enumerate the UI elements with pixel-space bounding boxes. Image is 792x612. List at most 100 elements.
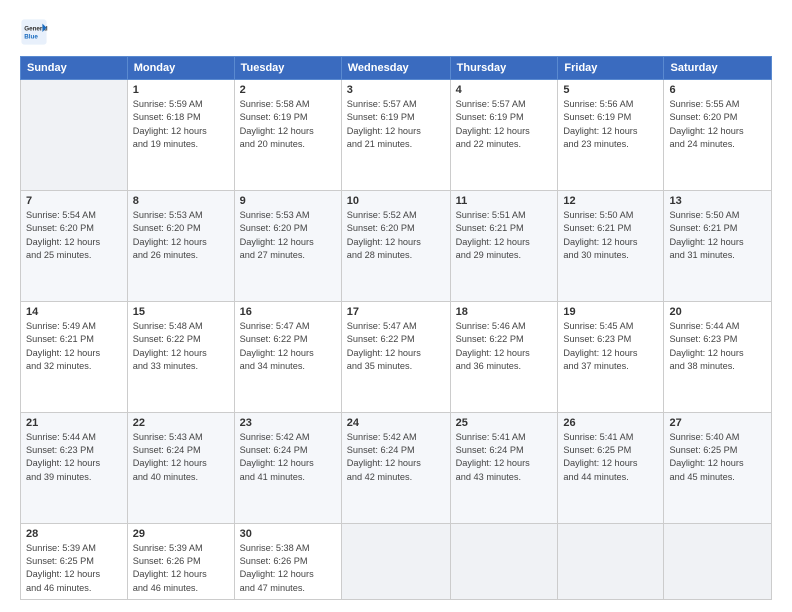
- day-number: 10: [347, 195, 445, 207]
- calendar-cell: 3Sunrise: 5:57 AM Sunset: 6:19 PM Daylig…: [341, 80, 450, 191]
- day-info: Sunrise: 5:58 AM Sunset: 6:19 PM Dayligh…: [240, 98, 336, 151]
- day-info: Sunrise: 5:57 AM Sunset: 6:19 PM Dayligh…: [456, 98, 553, 151]
- header-thursday: Thursday: [450, 57, 558, 80]
- calendar-cell: 24 Sunrise: 5:42 AM Sunset: 6:24 PM Dayli…: [341, 412, 450, 523]
- calendar-cell: 4 Sunrise: 5:57 AM Sunset: 6:19 PM Daylig…: [450, 80, 558, 191]
- day-number: 26: [563, 417, 658, 429]
- header-saturday: Saturday: [664, 57, 772, 80]
- header-wednesday: Wednesday: [341, 57, 450, 80]
- day-number: 30: [240, 528, 336, 540]
- header-sunday: Sunday: [21, 57, 128, 80]
- day-info: Sunrise: 5:53 AM Sunset: 6:20 PM Dayligh…: [133, 209, 229, 262]
- day-number: 18: [456, 306, 553, 318]
- day-number: 17: [347, 306, 445, 318]
- day-number: 28: [26, 528, 122, 540]
- calendar-cell: 14Sunrise: 5:49 AM Sunset: 6:21 PM Dayli…: [21, 301, 128, 412]
- calendar-cell: [341, 523, 450, 599]
- day-number: 13: [669, 195, 766, 207]
- day-info: Sunrise: 5:40 AM Sunset: 6:25 PM Dayligh…: [669, 431, 766, 484]
- day-number: 29: [133, 528, 229, 540]
- calendar-cell: 21 Sunrise: 5:44 AM Sunset: 6:23 PM Dayli…: [21, 412, 128, 523]
- day-info: Sunrise: 5:41 AM Sunset: 6:25 PM Dayligh…: [563, 431, 658, 484]
- calendar-cell: 19 Sunrise: 5:45 AM Sunset: 6:23 PM Dayli…: [558, 301, 664, 412]
- week-row-1: 1 Sunrise: 5:59 AM Sunset: 6:18 PM Daylig…: [21, 80, 772, 191]
- calendar-cell: 1 Sunrise: 5:59 AM Sunset: 6:18 PM Daylig…: [127, 80, 234, 191]
- calendar-cell: 10 Sunrise: 5:52 AM Sunset: 6:20 PM Dayli…: [341, 190, 450, 301]
- calendar-cell: 15Sunrise: 5:48 AM Sunset: 6:22 PM Dayli…: [127, 301, 234, 412]
- day-info: Sunrise: 5:42 AM Sunset: 6:24 PM Dayligh…: [240, 431, 336, 484]
- week-row-4: 21 Sunrise: 5:44 AM Sunset: 6:23 PM Dayli…: [21, 412, 772, 523]
- day-info: Sunrise: 5:54 AM Sunset: 6:20 PM Dayligh…: [26, 209, 122, 262]
- day-number: 21: [26, 417, 122, 429]
- calendar-cell: 9 Sunrise: 5:53 AM Sunset: 6:20 PM Daylig…: [234, 190, 341, 301]
- day-number: 25: [456, 417, 553, 429]
- header-friday: Friday: [558, 57, 664, 80]
- day-number: 2: [240, 84, 336, 96]
- day-number: 6: [669, 84, 766, 96]
- day-info: Sunrise: 5:48 AM Sunset: 6:22 PM Dayligh…: [133, 320, 229, 373]
- day-number: 22: [133, 417, 229, 429]
- day-info: Sunrise: 5:49 AM Sunset: 6:21 PM Dayligh…: [26, 320, 122, 373]
- day-number: 4: [456, 84, 553, 96]
- day-info: Sunrise: 5:55 AM Sunset: 6:20 PM Dayligh…: [669, 98, 766, 151]
- calendar-cell: 18Sunrise: 5:46 AM Sunset: 6:22 PM Dayli…: [450, 301, 558, 412]
- header-tuesday: Tuesday: [234, 57, 341, 80]
- page: General Blue SundayMondayTuesdayWednesda…: [0, 0, 792, 612]
- calendar-cell: 6 Sunrise: 5:55 AM Sunset: 6:20 PM Daylig…: [664, 80, 772, 191]
- calendar-cell: 27 Sunrise: 5:40 AM Sunset: 6:25 PM Dayli…: [664, 412, 772, 523]
- day-info: Sunrise: 5:50 AM Sunset: 6:21 PM Dayligh…: [563, 209, 658, 262]
- day-number: 27: [669, 417, 766, 429]
- day-info: Sunrise: 5:43 AM Sunset: 6:24 PM Dayligh…: [133, 431, 229, 484]
- svg-text:Blue: Blue: [24, 33, 38, 40]
- calendar-cell: [664, 523, 772, 599]
- day-number: 11: [456, 195, 553, 207]
- calendar-cell: 12 Sunrise: 5:50 AM Sunset: 6:21 PM Dayli…: [558, 190, 664, 301]
- header: General Blue: [20, 18, 772, 46]
- calendar-cell: [21, 80, 128, 191]
- day-info: Sunrise: 5:47 AM Sunset: 6:22 PM Dayligh…: [240, 320, 336, 373]
- day-number: 8: [133, 195, 229, 207]
- day-info: Sunrise: 5:42 AM Sunset: 6:24 PM Dayligh…: [347, 431, 445, 484]
- calendar-cell: 17 Sunrise: 5:47 AM Sunset: 6:22 PM Dayli…: [341, 301, 450, 412]
- calendar-cell: 29 Sunrise: 5:39 AM Sunset: 6:26 PM Dayli…: [127, 523, 234, 599]
- calendar-cell: 26 Sunrise: 5:41 AM Sunset: 6:25 PM Dayli…: [558, 412, 664, 523]
- day-info: Sunrise: 5:41 AM Sunset: 6:24 PM Dayligh…: [456, 431, 553, 484]
- day-info: Sunrise: 5:39 AM Sunset: 6:26 PM Dayligh…: [133, 542, 229, 595]
- day-info: Sunrise: 5:38 AM Sunset: 6:26 PM Dayligh…: [240, 542, 336, 595]
- calendar-cell: 7 Sunrise: 5:54 AM Sunset: 6:20 PM Daylig…: [21, 190, 128, 301]
- calendar-table: SundayMondayTuesdayWednesdayThursdayFrid…: [20, 56, 772, 600]
- week-row-2: 7 Sunrise: 5:54 AM Sunset: 6:20 PM Daylig…: [21, 190, 772, 301]
- day-number: 23: [240, 417, 336, 429]
- day-info: Sunrise: 5:50 AM Sunset: 6:21 PM Dayligh…: [669, 209, 766, 262]
- day-number: 19: [563, 306, 658, 318]
- day-info: Sunrise: 5:47 AM Sunset: 6:22 PM Dayligh…: [347, 320, 445, 373]
- day-number: 16: [240, 306, 336, 318]
- calendar-cell: 20Sunrise: 5:44 AM Sunset: 6:23 PM Dayli…: [664, 301, 772, 412]
- calendar-header-row: SundayMondayTuesdayWednesdayThursdayFrid…: [21, 57, 772, 80]
- header-monday: Monday: [127, 57, 234, 80]
- calendar-cell: 22 Sunrise: 5:43 AM Sunset: 6:24 PM Dayli…: [127, 412, 234, 523]
- day-info: Sunrise: 5:59 AM Sunset: 6:18 PM Dayligh…: [133, 98, 229, 151]
- calendar-cell: 25 Sunrise: 5:41 AM Sunset: 6:24 PM Dayli…: [450, 412, 558, 523]
- day-info: Sunrise: 5:52 AM Sunset: 6:20 PM Dayligh…: [347, 209, 445, 262]
- calendar-cell: 30 Sunrise: 5:38 AM Sunset: 6:26 PM Dayli…: [234, 523, 341, 599]
- day-number: 1: [133, 84, 229, 96]
- day-number: 24: [347, 417, 445, 429]
- calendar-cell: 23 Sunrise: 5:42 AM Sunset: 6:24 PM Dayli…: [234, 412, 341, 523]
- day-info: Sunrise: 5:56 AM Sunset: 6:19 PM Dayligh…: [563, 98, 658, 151]
- day-info: Sunrise: 5:45 AM Sunset: 6:23 PM Dayligh…: [563, 320, 658, 373]
- calendar-cell: [450, 523, 558, 599]
- calendar-cell: 2 Sunrise: 5:58 AM Sunset: 6:19 PM Daylig…: [234, 80, 341, 191]
- calendar-cell: 28Sunrise: 5:39 AM Sunset: 6:25 PM Dayli…: [21, 523, 128, 599]
- day-number: 3: [347, 84, 445, 96]
- day-number: 9: [240, 195, 336, 207]
- day-info: Sunrise: 5:44 AM Sunset: 6:23 PM Dayligh…: [669, 320, 766, 373]
- day-info: Sunrise: 5:53 AM Sunset: 6:20 PM Dayligh…: [240, 209, 336, 262]
- day-info: Sunrise: 5:51 AM Sunset: 6:21 PM Dayligh…: [456, 209, 553, 262]
- day-info: Sunrise: 5:44 AM Sunset: 6:23 PM Dayligh…: [26, 431, 122, 484]
- day-number: 7: [26, 195, 122, 207]
- calendar-cell: 8 Sunrise: 5:53 AM Sunset: 6:20 PM Daylig…: [127, 190, 234, 301]
- week-row-3: 14Sunrise: 5:49 AM Sunset: 6:21 PM Dayli…: [21, 301, 772, 412]
- day-number: 12: [563, 195, 658, 207]
- week-row-5: 28Sunrise: 5:39 AM Sunset: 6:25 PM Dayli…: [21, 523, 772, 599]
